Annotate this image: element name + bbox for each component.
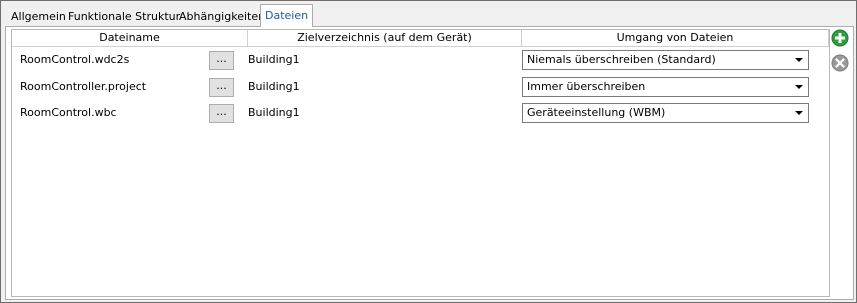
remove-file-button[interactable]	[831, 54, 849, 72]
tab-dateien[interactable]: Dateien	[260, 4, 314, 27]
table-row[interactable]: RoomControl.wdc2s ... Building1 Niemals …	[12, 48, 829, 72]
file-handling-dropdown[interactable]: Geräteeinstellung (WBM)	[522, 103, 809, 123]
dropdown-value: Niemals überschreiben (Standard)	[527, 53, 716, 66]
add-file-button[interactable]	[831, 29, 849, 47]
column-header-zielverzeichnis[interactable]: Zielverzeichnis (auf dem Gerät)	[248, 30, 522, 46]
table-row[interactable]: RoomControl.wbc ... Building1 Geräteeins…	[12, 101, 829, 125]
browse-button[interactable]: ...	[209, 104, 234, 123]
files-table: Dateiname Zielverzeichnis (auf dem Gerät…	[11, 29, 830, 297]
file-handling-dropdown[interactable]: Immer überschreiben	[522, 77, 809, 97]
add-icon	[831, 29, 849, 47]
filename-cell: RoomController.project	[20, 80, 147, 93]
dropdown-arrow-icon[interactable]	[795, 111, 803, 115]
column-header-umgang[interactable]: Umgang von Dateien	[522, 30, 829, 46]
filename-cell: RoomControl.wdc2s	[20, 53, 130, 66]
table-header: Dateiname Zielverzeichnis (auf dem Gerät…	[12, 30, 829, 47]
target-directory-cell[interactable]: Building1	[248, 101, 300, 125]
target-directory-cell[interactable]: Building1	[248, 48, 300, 72]
dropdown-value: Immer überschreiben	[527, 80, 646, 93]
browse-button[interactable]: ...	[209, 78, 234, 97]
browse-button[interactable]: ...	[209, 51, 234, 70]
tab-abhaengigkeiten[interactable]: Abhängigkeiten	[175, 7, 269, 26]
window-frame: Allgemein Funktionale Struktur Abhängigk…	[0, 0, 857, 303]
dateien-panel: Dateiname Zielverzeichnis (auf dem Gerät…	[5, 26, 854, 300]
dropdown-value: Geräteeinstellung (WBM)	[527, 106, 666, 119]
dropdown-arrow-icon[interactable]	[795, 58, 803, 62]
target-directory-cell[interactable]: Building1	[248, 75, 300, 99]
tab-allgemein[interactable]: Allgemein	[7, 7, 70, 26]
table-row[interactable]: RoomController.project ... Building1 Imm…	[12, 75, 829, 99]
tab-funktionale-struktur[interactable]: Funktionale Struktur	[64, 7, 184, 26]
remove-icon	[831, 54, 849, 72]
column-header-dateiname[interactable]: Dateiname	[12, 30, 248, 46]
filename-cell: RoomControl.wbc	[20, 106, 117, 119]
file-handling-dropdown[interactable]: Niemals überschreiben (Standard)	[522, 50, 809, 70]
dropdown-arrow-icon[interactable]	[795, 85, 803, 89]
